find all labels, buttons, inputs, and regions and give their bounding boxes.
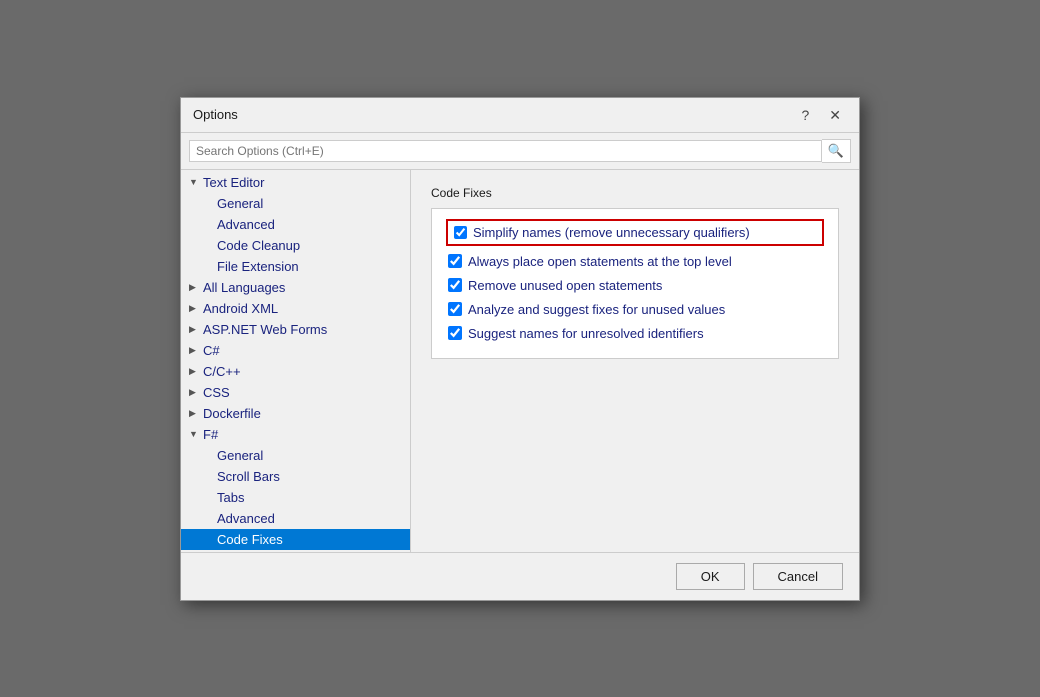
checkbox-label-suggest-names: Suggest names for unresolved identifiers [468,326,704,341]
arrow-icon: ▶ [189,282,203,293]
tree-item-label: Dockerfile [203,406,261,421]
checkbox-label-always-place: Always place open statements at the top … [468,254,732,269]
search-bar: 🔍 [181,133,859,170]
tree-item-label: C# [203,343,220,358]
tree-item-label: Android XML [203,301,278,316]
tree-item-cpp[interactable]: ▶ C/C++ [181,361,410,382]
tree-item-label: F# [203,427,218,442]
checkbox-simplify-names[interactable] [454,226,467,239]
dialog-footer: OK Cancel [181,552,859,600]
arrow-icon: ▶ [189,303,203,314]
tree-item-general[interactable]: General [181,193,410,214]
tree-item-fsharp[interactable]: ▼ F# [181,424,410,445]
arrow-icon: ▼ [189,177,203,187]
tree-item-label: Advanced [217,511,275,526]
tree-item-code-cleanup[interactable]: Code Cleanup [181,235,410,256]
search-icon: 🔍 [828,143,844,158]
checkbox-suggest-names[interactable] [448,326,462,340]
tree-item-android-xml[interactable]: ▶ Android XML [181,298,410,319]
tree-item-csharp[interactable]: ▶ C# [181,340,410,361]
tree-item-css[interactable]: ▶ CSS [181,382,410,403]
close-button[interactable]: ✕ [823,106,847,124]
checkbox-label-remove-unused: Remove unused open statements [468,278,662,293]
main-content: ▼ Text Editor General Advanced Code Clea… [181,170,859,552]
tree-item-label: Code Fixes [217,532,283,547]
highlighted-checkbox-row: Simplify names (remove unnecessary quali… [446,219,824,246]
help-button[interactable]: ? [795,106,815,124]
arrow-icon: ▶ [189,366,203,377]
tree-item-advanced[interactable]: Advanced [181,214,410,235]
tree-item-label: General [217,196,263,211]
tree-item-label: ASP.NET Web Forms [203,322,327,337]
arrow-icon: ▶ [189,324,203,335]
search-button[interactable]: 🔍 [822,139,851,163]
tree-item-all-languages[interactable]: ▶ All Languages [181,277,410,298]
tree-item-label: Tabs [217,490,244,505]
tree-item-fsharp-codefixes[interactable]: Code Fixes [181,529,410,550]
tree-item-label: Scroll Bars [217,469,280,484]
tree-item-fsharp-advanced[interactable]: Advanced [181,508,410,529]
tree-item-fsharp-tabs[interactable]: Tabs [181,487,410,508]
tree-item-text-editor[interactable]: ▼ Text Editor [181,172,410,193]
checkbox-label-analyze-suggest: Analyze and suggest fixes for unused val… [468,302,725,317]
checkbox-analyze-suggest[interactable] [448,302,462,316]
tree-item-file-extension[interactable]: File Extension [181,256,410,277]
checkbox-always-place[interactable] [448,254,462,268]
tree-item-label: General [217,448,263,463]
code-fixes-box: Simplify names (remove unnecessary quali… [431,208,839,359]
titlebar: Options ? ✕ [181,98,859,133]
checkbox-label-simplify-names: Simplify names (remove unnecessary quali… [473,225,750,240]
tree-item-label: C/C++ [203,364,241,379]
section-label: Code Fixes [431,186,839,200]
ok-button[interactable]: OK [676,563,745,590]
tree-item-label: All Languages [203,280,285,295]
tree-item-dockerfile[interactable]: ▶ Dockerfile [181,403,410,424]
checkbox-row-always-place: Always place open statements at the top … [446,252,824,271]
right-panel: Code Fixes Simplify names (remove unnece… [411,170,859,552]
arrow-icon: ▶ [189,408,203,419]
tree-item-label: Advanced [217,217,275,232]
arrow-icon: ▶ [189,345,203,356]
arrow-icon: ▼ [189,429,203,439]
cancel-button[interactable]: Cancel [753,563,843,590]
tree-item-aspnet[interactable]: ▶ ASP.NET Web Forms [181,319,410,340]
checkbox-row-remove-unused: Remove unused open statements [446,276,824,295]
checkbox-row-analyze-suggest: Analyze and suggest fixes for unused val… [446,300,824,319]
checkbox-remove-unused[interactable] [448,278,462,292]
arrow-icon: ▶ [189,387,203,398]
tree-item-fsharp-general[interactable]: General [181,445,410,466]
tree-panel: ▼ Text Editor General Advanced Code Clea… [181,170,411,552]
checkbox-row-suggest-names: Suggest names for unresolved identifiers [446,324,824,343]
options-dialog: Options ? ✕ 🔍 ▼ Text Editor General Adva… [180,97,860,601]
tree-item-fsharp-scrollbars[interactable]: Scroll Bars [181,466,410,487]
tree-item-label: Text Editor [203,175,264,190]
tree-item-label: File Extension [217,259,299,274]
search-input[interactable] [189,140,822,162]
titlebar-controls: ? ✕ [795,106,847,124]
dialog-title: Options [193,107,238,122]
tree-item-label: Code Cleanup [217,238,300,253]
tree-item-label: CSS [203,385,230,400]
